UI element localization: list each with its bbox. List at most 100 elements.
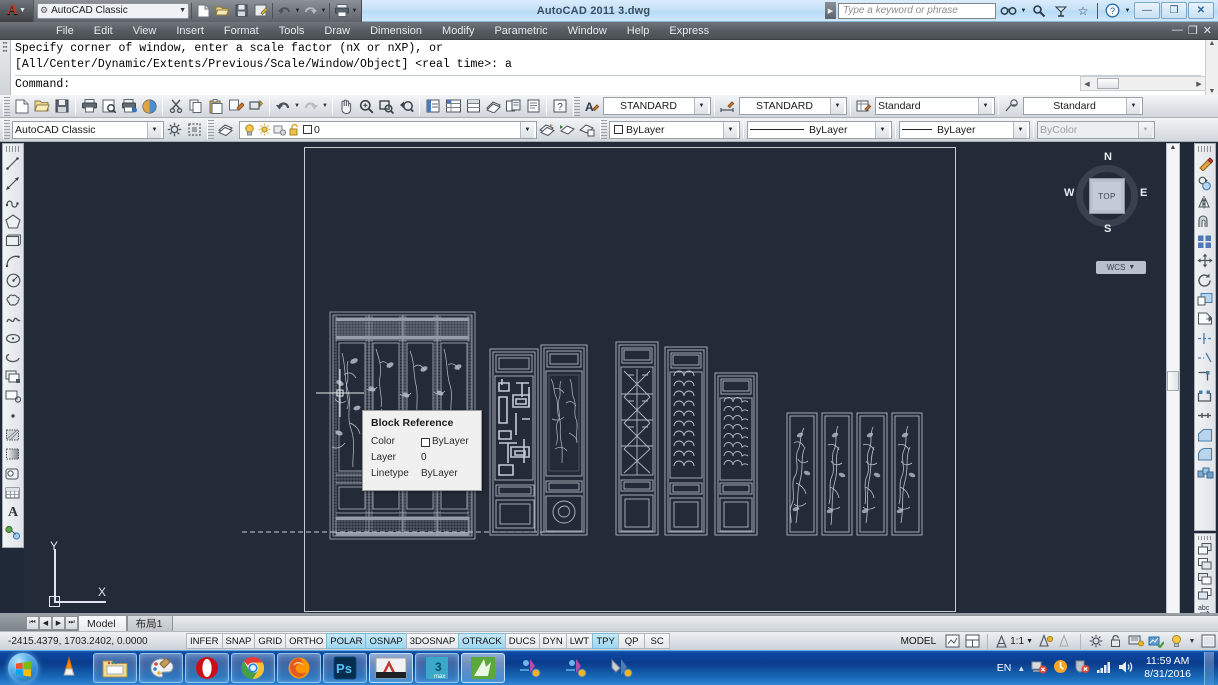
minimize-button[interactable]: —	[1134, 2, 1160, 19]
command-line-grip[interactable]: ▪▪ ▪▪ ▪▪	[0, 40, 11, 95]
pan-icon[interactable]	[336, 96, 356, 116]
ellipse-icon[interactable]	[3, 329, 23, 348]
menu-item-insert[interactable]: Insert	[166, 22, 214, 40]
layout-icon[interactable]	[942, 633, 962, 650]
save-as-icon[interactable]	[251, 1, 270, 20]
scroll-right-icon[interactable]: ▶	[1193, 80, 1205, 88]
menu-item-parametric[interactable]: Parametric	[484, 22, 557, 40]
tab-layout1[interactable]: 布局1	[126, 615, 174, 631]
chevron-down-icon[interactable]: ▼	[19, 7, 26, 14]
layer-previous-icon[interactable]	[557, 120, 577, 140]
view-cube-west-label[interactable]: W	[1064, 187, 1074, 199]
opera-icon[interactable]	[185, 653, 229, 683]
canvas-vertical-scroll-thumb[interactable]	[1167, 371, 1179, 391]
installer-icon-2[interactable]	[553, 653, 597, 683]
bring-above-object-icon[interactable]	[1195, 572, 1215, 587]
text-style-icon[interactable]: A	[582, 96, 602, 116]
status-toggle-dyn[interactable]: DYN	[538, 633, 566, 649]
break-icon[interactable]	[1195, 387, 1215, 406]
toolbar-grip[interactable]	[1198, 536, 1212, 540]
plot-icon[interactable]	[332, 1, 351, 20]
freeze-in-viewport-icon[interactable]	[273, 123, 286, 136]
toolbar-grip[interactable]	[3, 120, 10, 139]
view-cube-top-face[interactable]: TOP	[1089, 178, 1125, 214]
command-prompt[interactable]: Command:	[15, 78, 1201, 92]
maximize-button[interactable]: ❐	[1161, 2, 1187, 19]
plot-preview-icon[interactable]	[99, 96, 119, 116]
gradient-icon[interactable]	[3, 445, 23, 464]
send-under-object-icon[interactable]	[1195, 587, 1215, 602]
update-icon[interactable]	[1053, 659, 1068, 677]
workspace-gear-icon[interactable]	[1086, 633, 1106, 650]
workspace-combo[interactable]: AutoCAD Classic ▼	[12, 120, 164, 139]
clock[interactable]: 11:59 AM 8/31/2016	[1140, 655, 1195, 681]
show-desktop-button[interactable]	[1204, 651, 1214, 685]
tray-expand-icon[interactable]: ▲	[1017, 664, 1025, 673]
menu-item-view[interactable]: View	[123, 22, 167, 40]
zoom-previous-icon[interactable]	[396, 96, 416, 116]
multiline-text-icon[interactable]: A	[3, 503, 23, 522]
clean-screen-icon[interactable]	[1198, 633, 1218, 650]
cut-icon[interactable]	[166, 96, 186, 116]
chevron-down-icon[interactable]: ▼	[1126, 98, 1140, 114]
polygon-icon[interactable]	[3, 212, 23, 231]
dimension-style-combo[interactable]: STANDARD ▼	[739, 97, 847, 115]
status-toggle-osnap[interactable]: OSNAP	[365, 633, 406, 649]
help-icon[interactable]: ?	[550, 96, 570, 116]
toolbar-grip[interactable]	[207, 120, 214, 139]
view-cube[interactable]: TOP N S E W	[1064, 151, 1150, 239]
chevron-down-icon[interactable]: ▼	[1026, 638, 1033, 645]
scroll-up-icon[interactable]: ▲	[1209, 40, 1216, 47]
markup-set-icon[interactable]	[503, 96, 523, 116]
ellipse-arc-icon[interactable]	[3, 348, 23, 367]
workspace-settings-gear-icon[interactable]	[164, 120, 184, 140]
new-icon[interactable]	[12, 96, 32, 116]
paint-icon[interactable]	[139, 653, 183, 683]
move-icon[interactable]	[1195, 251, 1215, 270]
stretch-icon[interactable]	[1195, 309, 1215, 328]
bring-to-front-icon[interactable]	[1195, 542, 1215, 557]
ucs-selector[interactable]: WCS ▼	[1096, 261, 1146, 274]
undo-dropdown-icon[interactable]: ▼	[293, 103, 301, 109]
scale-icon[interactable]	[1195, 290, 1215, 309]
sheet-set-icon[interactable]	[483, 96, 503, 116]
toolbar-grip[interactable]	[1198, 146, 1212, 152]
menu-item-express[interactable]: Express	[659, 22, 719, 40]
chamfer-icon[interactable]	[1195, 425, 1215, 444]
toolbar-grip[interactable]	[600, 120, 607, 139]
status-toggle-tpy[interactable]: TPY	[592, 633, 619, 649]
chevron-down-icon[interactable]: ▼	[875, 121, 889, 138]
undo-icon[interactable]	[275, 1, 294, 20]
table-style-icon[interactable]	[854, 96, 874, 116]
rectangle-icon[interactable]	[3, 232, 23, 251]
scroll-down-icon[interactable]: ▼	[1209, 88, 1216, 95]
undo-dropdown-icon[interactable]: ▼	[294, 8, 301, 14]
paste-icon[interactable]	[206, 96, 226, 116]
chevron-down-icon[interactable]: ▼	[723, 121, 737, 138]
lineweight-combo[interactable]: ByLayer ▼	[899, 120, 1030, 139]
doc-restore-button[interactable]: ❐	[1188, 24, 1198, 37]
3dprint-icon[interactable]	[139, 96, 159, 116]
tab-last-icon[interactable]: ⏭	[65, 616, 78, 630]
new-file-icon[interactable]	[194, 1, 213, 20]
windows-start-orb-icon[interactable]	[8, 653, 38, 683]
search-icon[interactable]	[998, 2, 1018, 20]
firefox-icon[interactable]	[277, 653, 321, 683]
status-toggle-lwt[interactable]: LWT	[565, 633, 593, 649]
sun-icon[interactable]	[258, 123, 271, 136]
layer-states-icon[interactable]	[577, 120, 597, 140]
offset-icon[interactable]	[1195, 212, 1215, 231]
tab-first-icon[interactable]: ⏮	[26, 616, 39, 630]
break-at-point-icon[interactable]	[1195, 367, 1215, 386]
properties-icon[interactable]	[423, 96, 443, 116]
menu-item-format[interactable]: Format	[214, 22, 269, 40]
array-icon[interactable]	[1195, 232, 1215, 251]
volume-icon[interactable]	[1118, 660, 1134, 677]
spline-icon[interactable]	[3, 309, 23, 328]
layer-combo[interactable]: 0 ▼	[239, 120, 537, 139]
mirror-icon[interactable]	[1195, 193, 1215, 212]
vlc-icon[interactable]	[47, 653, 91, 683]
network-error-icon[interactable]	[1031, 659, 1048, 677]
rotate-icon[interactable]	[1195, 270, 1215, 289]
redo-dropdown-icon[interactable]: ▼	[320, 8, 327, 14]
